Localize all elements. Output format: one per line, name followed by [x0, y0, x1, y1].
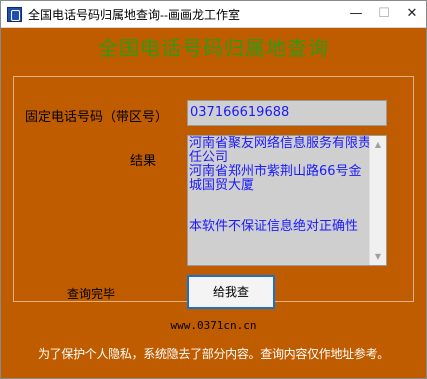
minimize-button[interactable]: —	[342, 1, 370, 28]
privacy-notice: 为了保护个人隐私，系统隐去了部分内容。查询内容仅作地址参考。	[37, 347, 389, 361]
scroll-up-arrow-icon[interactable]: ▲	[370, 136, 386, 153]
phone-number-label: 固定电话号码（带区号）	[25, 110, 169, 125]
result-scrollbar[interactable]: ▲ ▼	[369, 136, 386, 265]
result-label: 结果	[130, 154, 157, 169]
query-button[interactable]: 给我查	[187, 275, 275, 309]
result-text: 河南省聚友网络信息服务有限责任公司 河南省郑州市紫荆山路66号金城国贸大厦 本软…	[189, 137, 371, 234]
phone-number-input[interactable]: 037166619688	[187, 100, 387, 126]
scroll-down-arrow-icon[interactable]: ▼	[370, 248, 386, 265]
title-bar[interactable]: 全国电话号码归属地查询--画画龙工作室 — ☐ ✕	[1, 1, 426, 28]
page-title: 全国电话号码归属地查询	[98, 36, 329, 60]
result-line: 本软件不保证信息绝对正确性	[189, 219, 359, 234]
window-title: 全国电话号码归属地查询--画画龙工作室	[28, 8, 240, 22]
result-line: 河南省郑州市紫荆山路66号金城国贸大厦	[189, 164, 362, 193]
result-line: 河南省聚友网络信息服务有限责任公司	[189, 136, 372, 165]
client-area: 全国电话号码归属地查询 固定电话号码（带区号） 037166619688 结果 …	[1, 29, 426, 378]
app-window: 全国电话号码归属地查询--画画龙工作室 — ☐ ✕ 全国电话号码归属地查询 固定…	[0, 0, 427, 379]
result-textarea[interactable]: 河南省聚友网络信息服务有限责任公司 河南省郑州市紫荆山路66号金城国贸大厦 本软…	[187, 135, 387, 266]
phone-app-icon	[7, 7, 22, 22]
status-text: 查询完毕	[67, 287, 116, 301]
close-button[interactable]: ✕	[398, 1, 426, 28]
maximize-button[interactable]: ☐	[370, 1, 398, 28]
website-link: www.0371cn.cn	[170, 319, 257, 332]
